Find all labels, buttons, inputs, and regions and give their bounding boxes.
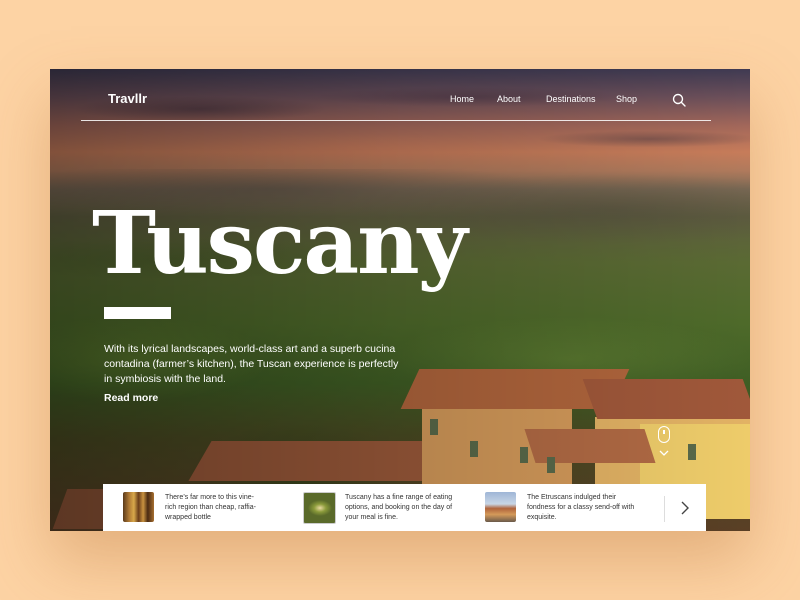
hero-description: With its lyrical landscapes, world-class… (104, 343, 399, 385)
chevron-down-icon[interactable] (658, 449, 670, 457)
nav-item-shop[interactable]: Shop (616, 94, 637, 104)
featured-panel: There’s far more to this vine-rich regio… (103, 484, 706, 531)
feature-card[interactable]: There’s far more to this vine-rich regio… (123, 492, 273, 524)
wine-bottles-thumbnail (123, 492, 154, 522)
feature-card-text: There’s far more to this vine-rich regio… (165, 494, 256, 521)
panel-divider (664, 496, 665, 522)
feature-card[interactable]: Tuscany has a fine range of eating optio… (303, 492, 463, 524)
read-more-link[interactable]: Read more (104, 392, 158, 404)
mouse-scroll-icon[interactable] (658, 426, 670, 443)
hero-title: Tuscany (92, 193, 468, 294)
nav-item-home[interactable]: Home (450, 94, 474, 104)
search-icon[interactable] (672, 93, 686, 107)
header-divider (81, 120, 711, 121)
title-accent-bar (104, 307, 171, 319)
chevron-right-icon[interactable] (677, 499, 693, 517)
feature-card-text: Tuscany has a fine range of eating optio… (345, 494, 453, 521)
brand-logo[interactable]: Travllr (108, 91, 147, 106)
nav-item-destinations[interactable]: Destinations (546, 94, 596, 104)
florence-cathedral-thumbnail (485, 492, 516, 522)
food-plate-thumbnail (303, 492, 336, 524)
nav-item-about[interactable]: About (497, 94, 521, 104)
hero-card: Travllr Home About Destinations Shop Tus… (50, 69, 750, 531)
image-overlay (50, 69, 750, 531)
feature-card[interactable]: The Etruscans indulged their fondness fo… (485, 492, 645, 524)
feature-card-text: The Etruscans indulged their fondness fo… (527, 494, 635, 521)
